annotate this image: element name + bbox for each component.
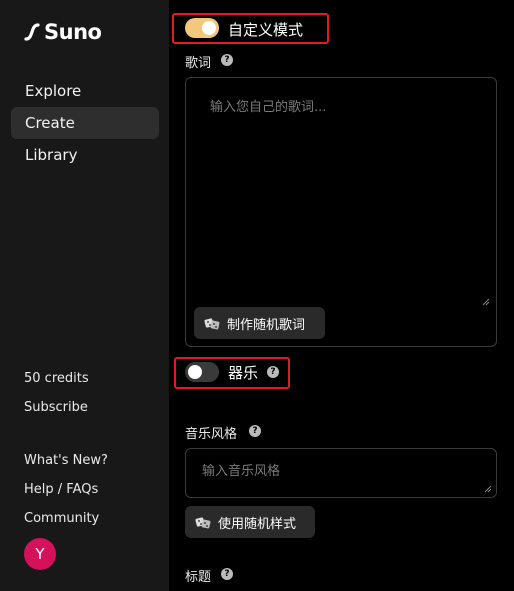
random-style-label: 使用随机样式 — [218, 516, 297, 532]
credits-count: 50 credits — [24, 371, 89, 386]
instrumental-help-icon[interactable]: ? — [267, 366, 279, 378]
custom-mode-toggle[interactable] — [185, 18, 219, 38]
nav-explore[interactable]: Explore — [11, 75, 159, 107]
title-help-icon[interactable]: ? — [221, 568, 233, 580]
style-label: 音乐风格 — [185, 427, 238, 442]
dice-icon — [195, 517, 211, 529]
lyrics-label: 歌词 — [185, 56, 212, 71]
community-link[interactable]: Community — [24, 511, 99, 526]
style-help-icon[interactable]: ? — [249, 425, 261, 437]
resize-grip-icon[interactable] — [482, 298, 490, 306]
sidebar: Suno Explore Create Library 50 credits S… — [0, 0, 169, 591]
style-input[interactable]: 输入音乐风格 — [185, 448, 497, 498]
random-lyrics-button[interactable]: 制作随机歌词 — [194, 307, 325, 339]
lyrics-help-icon[interactable]: ? — [221, 54, 233, 66]
app-name: Suno — [44, 20, 102, 44]
instrumental-label: 器乐 — [228, 364, 259, 382]
random-style-button[interactable]: 使用随机样式 — [185, 506, 315, 538]
suno-logo[interactable]: Suno — [24, 20, 102, 44]
toggle-knob — [202, 21, 216, 35]
nav-create[interactable]: Create — [11, 107, 159, 139]
help-faqs-link[interactable]: Help / FAQs — [24, 482, 98, 497]
suno-wave-icon — [24, 23, 40, 41]
whats-new-link[interactable]: What's New? — [24, 453, 108, 468]
instrumental-toggle[interactable] — [185, 362, 219, 382]
style-placeholder: 输入音乐风格 — [202, 464, 281, 479]
avatar[interactable]: Y — [24, 538, 56, 570]
lyrics-placeholder: 输入您自己的歌词... — [210, 100, 327, 115]
random-lyrics-label: 制作随机歌词 — [227, 317, 306, 333]
resize-grip-icon[interactable] — [484, 485, 492, 493]
subscribe-link[interactable]: Subscribe — [24, 400, 88, 415]
dice-icon — [204, 318, 220, 330]
custom-mode-label: 自定义模式 — [228, 21, 304, 39]
toggle-knob — [188, 365, 202, 379]
title-label: 标题 — [185, 570, 212, 585]
nav-library[interactable]: Library — [11, 139, 159, 171]
